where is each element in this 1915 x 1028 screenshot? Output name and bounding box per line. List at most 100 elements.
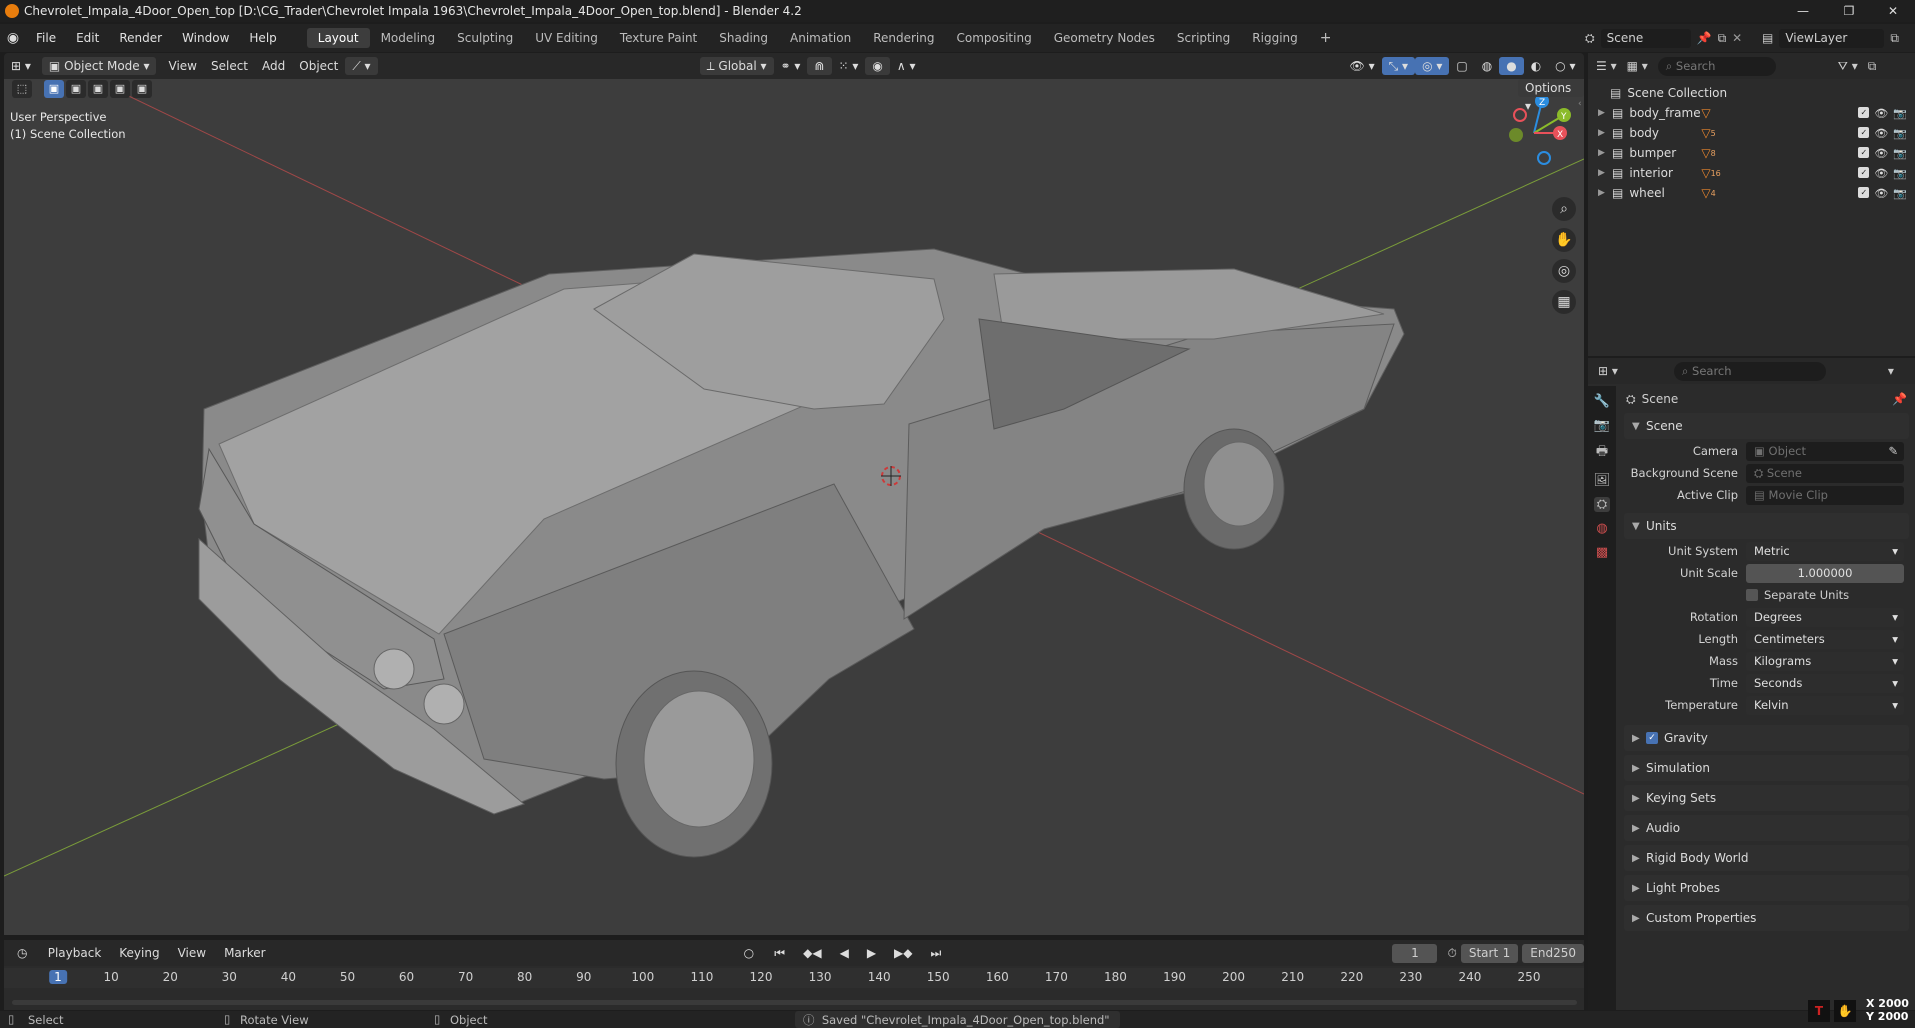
collapsed-panel-header[interactable]: ▶ Keying Sets [1624,785,1909,811]
restore-icon[interactable]: ❐ [1826,0,1872,22]
select-invert-icon[interactable]: ▣ [110,80,130,98]
tab-rigging[interactable]: Rigging [1241,28,1308,48]
tab-compositing[interactable]: Compositing [945,28,1042,48]
view-layer-field[interactable]: ViewLayer [1779,28,1885,48]
select-new-icon[interactable]: ▣ [44,80,64,98]
end-field[interactable]: End 250 [1522,943,1584,963]
tab-scripting[interactable]: Scripting [1166,28,1241,48]
3d-viewport[interactable]: User Perspective (1) Scene Collection Z … [4,79,1584,935]
eyedropper-icon[interactable]: ✎ [1888,442,1898,461]
tab-uv-editing[interactable]: UV Editing [524,28,609,48]
outliner-item[interactable]: ▶ ▤ wheel ▽ 4 ✓ 👁 📷 [1588,183,1915,203]
tab-sculpting[interactable]: Sculpting [446,28,524,48]
scene-name-field[interactable]: Scene [1600,28,1691,48]
select-subtract-icon[interactable]: ▣ [88,80,108,98]
play-icon[interactable]: ▶ [860,944,883,962]
expand-chevron-icon[interactable]: ▶ [1598,148,1612,158]
output-tab-icon[interactable]: 🖶 [1596,442,1608,464]
pan-hand-icon[interactable]: ✋ [1552,228,1576,252]
tab-texture-paint[interactable]: Texture Paint [609,28,708,48]
pin-context-icon[interactable]: 📌 [1892,392,1907,406]
wireframe-shading-icon[interactable]: ◍ [1475,57,1499,75]
collapsed-panel-header[interactable]: ▶ Rigid Body World [1624,845,1909,871]
timeline-scrollbar[interactable] [12,1000,1577,1005]
background-scene-field[interactable]: ⛭ Scene [1746,463,1904,483]
menu-window[interactable]: Window [172,31,239,45]
menu-keying[interactable]: Keying ▾ [112,944,166,978]
menu-file[interactable]: File [26,31,66,45]
expand-chevron-icon[interactable]: ▶ [1598,168,1612,178]
render-camera-icon[interactable]: 📷 [1893,167,1907,180]
visibility-eye-icon[interactable]: 👁 [1874,167,1888,180]
falloff-icon[interactable]: ∧ ▾ [890,57,923,75]
expand-chevron-icon[interactable]: ▶ [1598,188,1612,198]
select-intersect-icon[interactable]: ▣ [132,80,152,98]
outliner-search[interactable]: ⌕ Search [1657,56,1776,76]
current-frame-marker[interactable]: 1 [49,970,67,984]
menu-add[interactable]: Add [255,57,292,75]
view-layer-selector[interactable]: ▤ ViewLayer ⧉ [1762,27,1899,49]
length-dropdown[interactable]: Centimeters ▾ [1746,629,1904,649]
rotation-dropdown[interactable]: Degrees ▾ [1746,607,1904,627]
outliner-item[interactable]: ▶ ▤ bumper ▽ 8 ✓ 👁 📷 [1588,143,1915,163]
menu-playback[interactable]: Playback ▾ [41,944,109,978]
options-dropdown[interactable]: Options ▾ [1518,79,1584,113]
menu-render[interactable]: Render [109,31,172,45]
play-reverse-icon[interactable]: ◀ [833,944,856,962]
separate-units-checkbox[interactable] [1746,589,1758,601]
visibility-eye-icon[interactable]: 👁 [1874,127,1888,140]
properties-options-icon[interactable]: ▾ [1888,364,1894,378]
tab-layout[interactable]: Layout [306,28,370,48]
exclude-checkbox[interactable]: ✓ [1858,166,1870,178]
new-scene-icon[interactable]: ⧉ [1718,31,1727,46]
mode-dropdown[interactable]: ▣ Object Mode ▾ [41,57,156,75]
clock-icon[interactable]: ⏱ [1447,946,1456,961]
pin-icon[interactable]: 📌 [1697,31,1712,45]
menu-timeline-view[interactable]: View [171,944,213,962]
scene-selector[interactable]: ⛭ Scene 📌 ⧉ ✕ [1585,27,1742,49]
pivot-icon[interactable]: ⚭ ▾ [774,57,808,75]
properties-search[interactable]: ⌕ Search [1673,361,1826,381]
outliner-item[interactable]: ▶ ▤ body ▽ 5 ✓ 👁 📷 [1588,123,1915,143]
units-panel-header[interactable]: ▼ Units [1624,513,1909,539]
viewport-gizmo-icon[interactable]: ⤡ ▾ [1381,57,1416,75]
prev-keyframe-icon[interactable]: ◆◀ [796,944,828,962]
menu-marker[interactable]: Marker [217,944,272,962]
tab-rendering[interactable]: Rendering [862,28,945,48]
render-camera-icon[interactable]: 📷 [1893,107,1907,120]
zoom-icon[interactable]: ⌕ [1552,197,1576,221]
navigation-gizmo[interactable]: Z Y X [1494,93,1574,173]
tweak-tool-icon[interactable]: ⬚ [12,80,32,98]
collapsed-panel-header[interactable]: ▶ Custom Properties [1624,905,1909,931]
visibility-eye-icon[interactable]: 👁 [1874,187,1888,200]
rendered-shading-icon[interactable]: ○ ▾ [1548,57,1582,75]
render-camera-icon[interactable]: 📷 [1893,127,1907,140]
tab-animation[interactable]: Animation [779,28,862,48]
proportional-edit-icon[interactable]: ◉ [865,57,890,75]
frame-ruler[interactable]: 1 10 20 30 40 50 60 70 80 90 100 110 120 130 140 150 160… [4,968,1584,988]
view-layer-tab-icon[interactable]: 🖼 [1594,473,1611,488]
delete-scene-icon[interactable]: ✕ [1732,31,1742,45]
select-extend-icon[interactable]: ▣ [66,80,86,98]
gizmo-toggle-icon[interactable]: ⟋ ▾ [345,57,378,75]
temperature-dropdown[interactable]: Kelvin ▾ [1746,695,1904,715]
menu-view[interactable]: View [162,57,204,75]
visibility-eye-icon[interactable]: 👁 [1874,107,1888,120]
solid-shading-icon[interactable]: ● [1499,57,1524,75]
filter-icon[interactable]: ⛛ ▾ [1838,59,1858,74]
overlay-icon[interactable]: ◎ ▾ [1415,57,1450,75]
menu-help[interactable]: Help [239,31,286,45]
gravity-panel-header[interactable]: ▶ ✓ Gravity [1624,725,1909,751]
expand-chevron-icon[interactable]: ▶ [1598,128,1612,138]
render-tab-icon[interactable]: 📷 [1594,418,1610,433]
menu-edit[interactable]: Edit [66,31,109,45]
new-collection-icon[interactable]: ⧉ [1868,59,1877,74]
next-keyframe-icon[interactable]: ▶◆ [887,944,919,962]
collapsed-panel-header[interactable]: ▶ Audio [1624,815,1909,841]
outliner-item[interactable]: ▶ ▤ body_frame ▽ ✓ 👁 📷 [1588,103,1915,123]
snap-target-icon[interactable]: ⁙ ▾ [832,57,866,75]
display-mode-icon[interactable]: ▦ ▾ [1627,59,1648,73]
editor-type-icon[interactable]: ⊞ ▾ [4,57,38,75]
new-view-layer-icon[interactable]: ⧉ [1890,31,1899,46]
close-icon[interactable]: ✕ [1870,0,1915,22]
